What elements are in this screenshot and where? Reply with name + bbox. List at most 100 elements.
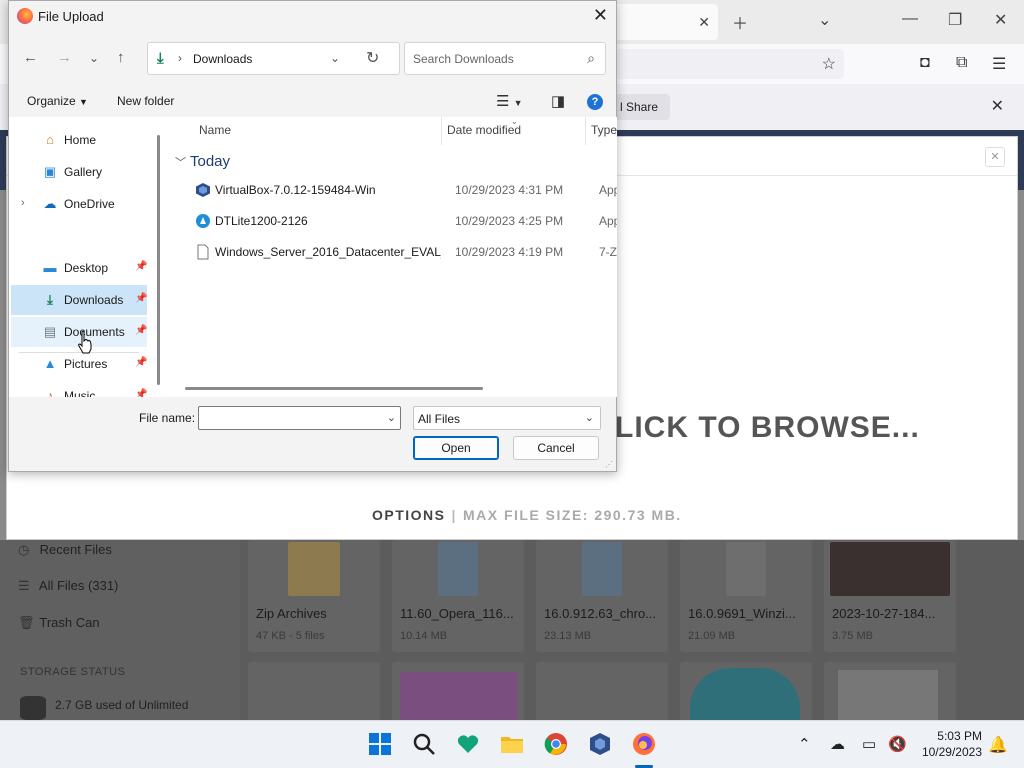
card-meta: 47 KB - 5 files <box>256 630 325 642</box>
new-tab-icon[interactable]: ＋ <box>732 10 748 34</box>
column-header-type[interactable]: Type <box>591 123 617 137</box>
browser-tab[interactable]: ✕ <box>600 4 718 40</box>
up-arrow-icon[interactable]: ↑ <box>117 49 125 66</box>
file-list-scrollbar[interactable] <box>185 387 483 390</box>
image-thumbnail <box>838 670 938 722</box>
firefox-icon[interactable] <box>632 732 658 758</box>
minimize-icon[interactable]: — <box>902 10 918 28</box>
daemon-tools-icon <box>195 213 211 229</box>
open-button[interactable]: Open <box>413 436 499 460</box>
column-divider[interactable] <box>441 117 442 145</box>
file-row[interactable]: Windows_Server_2016_Datacenter_EVAL_... … <box>165 237 617 267</box>
nav-item-desktop[interactable]: ▬ Desktop 📌 <box>11 253 148 283</box>
tab-list-chevron-icon[interactable]: ⌄ <box>818 10 831 30</box>
nav-item-home[interactable]: ⌂ Home <box>11 125 147 155</box>
recent-files-link[interactable]: ◷ Recent Files <box>18 542 112 558</box>
preview-pane-icon[interactable]: ◨ <box>551 92 565 110</box>
search-box[interactable]: Search Downloads ⌕ <box>404 42 606 75</box>
image-thumbnail <box>690 668 800 722</box>
trash-can-link[interactable]: 🗑 Trash Can <box>18 615 100 631</box>
tab-close-icon[interactable]: ✕ <box>698 14 710 31</box>
address-location[interactable]: Downloads <box>193 52 252 66</box>
card-name: 16.0.9691_Winzi... <box>688 606 796 621</box>
file-type-select[interactable]: All Files ⌄ <box>413 406 601 430</box>
group-header[interactable]: ﹀ Today <box>175 153 230 170</box>
window-close-icon[interactable]: ✕ <box>994 10 1007 30</box>
nav-item-label: OneDrive <box>64 197 115 211</box>
display-tray-icon[interactable]: ▭ <box>862 735 876 753</box>
volume-muted-icon[interactable]: 🔇 <box>888 735 907 753</box>
restore-icon[interactable]: ❐ <box>948 10 962 30</box>
modal-close-icon[interactable]: ✕ <box>985 147 1005 167</box>
menu-icon[interactable]: ☰ <box>992 54 1006 74</box>
file-name-input[interactable]: ⌄ <box>198 406 401 430</box>
nav-scrollbar[interactable] <box>157 119 161 399</box>
nav-item-music[interactable]: ♪ Music 📌 <box>11 381 148 397</box>
file-card[interactable] <box>824 662 956 722</box>
file-card[interactable] <box>536 662 668 722</box>
forward-arrow-icon[interactable]: → <box>57 49 72 66</box>
file-card[interactable] <box>680 662 812 722</box>
copilot-heart-icon[interactable] <box>456 732 482 758</box>
all-files-link[interactable]: ☰ All Files (331) <box>18 578 118 594</box>
address-dropdown-icon[interactable]: ⌄ <box>330 51 340 65</box>
nav-item-onedrive[interactable]: › ☁ OneDrive <box>11 189 147 219</box>
notification-close-icon[interactable]: ✕ <box>991 96 1004 116</box>
browse-prompt[interactable]: LICK TO BROWSE... <box>615 411 920 445</box>
extensions-icon[interactable]: ⧉ <box>956 54 967 72</box>
column-header-name[interactable]: Name <box>199 123 231 137</box>
resize-grip-icon[interactable]: ⋰ <box>605 460 613 469</box>
onedrive-tray-icon[interactable]: ☁ <box>830 735 845 753</box>
file-date: 10/29/2023 4:25 PM <box>455 214 564 228</box>
nav-item-gallery[interactable]: ▣ Gallery <box>11 157 147 187</box>
search-icon[interactable] <box>412 732 438 758</box>
file-card[interactable] <box>392 662 524 722</box>
music-icon: ♪ <box>46 388 54 397</box>
chrome-icon[interactable] <box>544 732 570 758</box>
column-divider[interactable] <box>585 117 586 145</box>
share-button[interactable]: l Share <box>612 94 671 120</box>
organize-button[interactable]: Organize ▼ <box>27 94 88 108</box>
virtualbox-icon <box>195 182 211 198</box>
organize-chevron-icon: ▼ <box>79 97 88 107</box>
file-card[interactable]: Zip Archives 47 KB - 5 files <box>248 540 380 652</box>
bookmark-star-icon[interactable]: ☆ <box>822 54 836 74</box>
nav-item-label: Home <box>64 133 97 147</box>
new-folder-button[interactable]: New folder <box>117 94 174 108</box>
system-clock[interactable]: 5:03 PM 10/29/2023 <box>918 728 982 760</box>
download-icon: ⤓ <box>47 292 53 307</box>
file-name-dropdown-icon[interactable]: ⌄ <box>387 411 396 424</box>
file-row[interactable]: DTLite1200-2126 10/29/2023 4:25 PM Appli <box>165 206 617 236</box>
expand-chevron-icon[interactable]: › <box>21 197 25 209</box>
file-type: 7-Zip <box>599 245 617 259</box>
options-link[interactable]: OPTIONS <box>372 507 446 523</box>
windows-start-icon[interactable] <box>368 732 394 758</box>
pictures-icon: ▲ <box>43 356 57 371</box>
pocket-icon[interactable]: ◘ <box>920 54 930 72</box>
file-row[interactable]: VirtualBox-7.0.12-159484-Win 10/29/2023 … <box>165 175 617 205</box>
notification-bell-icon[interactable]: 🔔 <box>988 735 1008 755</box>
refresh-icon[interactable]: ↻ <box>366 48 379 68</box>
recent-locations-chevron-icon[interactable]: ⌄ <box>89 51 99 65</box>
back-arrow-icon[interactable]: ← <box>23 49 38 66</box>
file-card[interactable] <box>248 662 380 722</box>
file-card[interactable]: 16.0.9691_Winzi... 21.09 MB <box>680 540 812 652</box>
show-hidden-icons-chevron[interactable]: ⌃ <box>798 735 811 753</box>
url-bar[interactable]: ☆ <box>610 49 844 79</box>
file-card[interactable]: 11.60_Opera_116... 10.14 MB <box>392 540 524 652</box>
virtualbox-icon[interactable] <box>588 732 614 758</box>
search-icon[interactable]: ⌕ <box>587 50 595 67</box>
cancel-button[interactable]: Cancel <box>513 436 599 460</box>
scrollbar-thumb[interactable] <box>157 135 160 385</box>
column-header-date[interactable]: Date modified <box>447 123 521 137</box>
address-bar[interactable]: ⤓ › Downloads ⌄ ↻ <box>147 42 400 75</box>
file-explorer-icon[interactable] <box>500 732 526 758</box>
view-options-icon[interactable]: ☰ ▼ <box>496 92 523 110</box>
file-card[interactable]: 16.0.912.63_chro... 23.13 MB <box>536 540 668 652</box>
nav-item-downloads[interactable]: ⤓ Downloads 📌 <box>11 285 147 315</box>
clock-time: 5:03 PM <box>937 729 982 743</box>
dialog-close-icon[interactable]: ✕ <box>593 5 608 26</box>
help-icon[interactable]: ? <box>587 94 603 110</box>
file-card[interactable]: 2023-10-27-184... 3.75 MB <box>824 540 956 652</box>
file-type-dropdown-icon[interactable]: ⌄ <box>585 411 594 424</box>
